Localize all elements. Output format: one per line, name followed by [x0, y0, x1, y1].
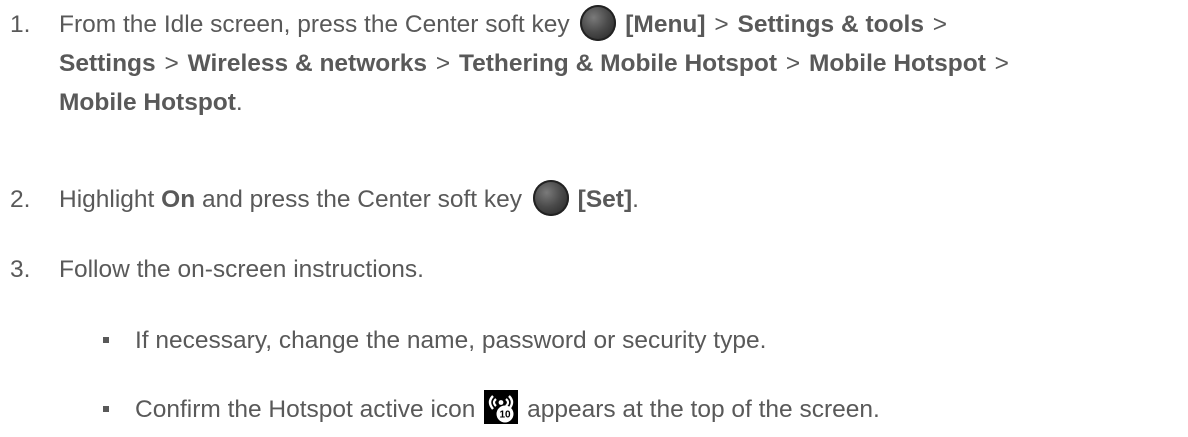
step-text: and press the Center soft key: [202, 186, 523, 213]
step-text: From the Idle screen, press the Center s…: [59, 11, 570, 38]
path-separator: >: [932, 11, 948, 38]
step-1: 1. From the Idle screen, press the Center…: [10, 4, 1180, 122]
bullet-text: Confirm the Hotspot active icon: [135, 396, 476, 423]
path-item: Mobile Hotspot: [59, 89, 236, 116]
step-number: 3.: [10, 256, 31, 283]
hotspot-active-icon: 10: [484, 389, 519, 424]
path-item: Settings: [59, 50, 156, 77]
center-soft-key-icon: [580, 4, 617, 41]
step-end: .: [235, 89, 243, 116]
bullet-text: If necessary, change the name, password …: [135, 327, 767, 354]
bullet-item: If necessary, change the name, password …: [103, 321, 1180, 360]
path-separator: >: [785, 50, 801, 77]
set-label: [Set]: [577, 186, 633, 213]
path-item: Settings & tools: [737, 11, 924, 38]
bullet-marker: [103, 405, 109, 412]
step-text: Highlight: [59, 186, 155, 213]
menu-label: [Menu]: [625, 11, 706, 38]
step-2: 2. Highlight On and press the Center soft…: [10, 179, 1180, 219]
path-separator: >: [435, 50, 451, 77]
bullet-text: appears at the top of the screen.: [527, 396, 880, 423]
path-item: Mobile Hotspot: [808, 50, 986, 77]
path-separator: >: [714, 11, 729, 38]
on-label: On: [161, 186, 196, 213]
step-number: 1.: [10, 11, 31, 38]
svg-text:10: 10: [500, 409, 512, 420]
step-end: .: [632, 186, 639, 213]
bullet-item: Confirm the Hotspot active icon 10 appea…: [103, 389, 1180, 429]
step-number: 2.: [10, 186, 31, 213]
path-item: Wireless & networks: [187, 50, 428, 77]
step-text: Follow the on-screen instructions.: [59, 256, 424, 283]
bullet-marker: [103, 336, 109, 343]
center-soft-key-icon: [532, 179, 569, 216]
path-item: Tethering & Mobile Hotspot: [458, 50, 777, 77]
path-separator: >: [164, 50, 179, 77]
path-separator: >: [994, 50, 1009, 77]
step-3: 3. Follow the on-screen instructions.: [10, 250, 1180, 289]
